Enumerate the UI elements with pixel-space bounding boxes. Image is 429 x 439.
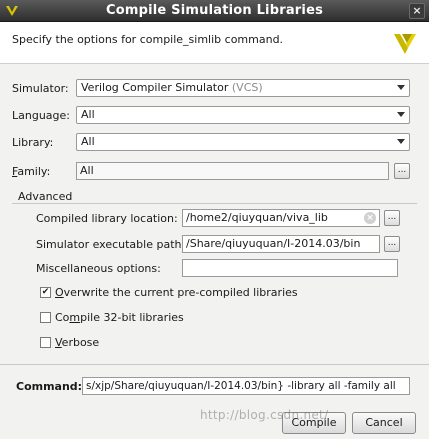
clear-icon[interactable]: ×	[364, 212, 376, 224]
verbose-label[interactable]: Verbose	[55, 336, 99, 349]
cancel-button[interactable]: Cancel	[352, 412, 416, 434]
language-value: All	[81, 108, 95, 121]
library-value: All	[81, 135, 95, 148]
advanced-heading: Advanced	[18, 190, 73, 203]
simulator-value-suffix: (VCS)	[231, 81, 263, 94]
compile32-checkbox[interactable]	[40, 312, 51, 323]
compiled-location-browse-button[interactable]: ...	[384, 210, 400, 226]
library-dropdown[interactable]: All	[76, 133, 410, 151]
misc-options-label: Miscellaneous options:	[36, 262, 161, 275]
family-browse-button[interactable]: ...	[394, 163, 410, 179]
chevron-down-icon	[397, 85, 405, 90]
dialog-header: Specify the options for compile_simlib c…	[0, 22, 429, 64]
command-label: Command:	[16, 380, 83, 393]
library-label: Library:	[12, 136, 54, 149]
chevron-down-icon	[397, 112, 405, 117]
sim-exec-path-value: /Share/qiuyuquan/I-2014.03/bin	[186, 237, 361, 250]
window-title: Compile Simulation Libraries	[105, 3, 324, 18]
compiled-location-value: /home2/qiuyquan/viva_lib	[186, 211, 328, 224]
command-field[interactable]: s/xjp/Share/qiuyuquan/I-2014.03/bin} -li…	[82, 377, 410, 395]
sim-exec-path-label: Simulator executable path:	[36, 238, 186, 251]
simulator-dropdown[interactable]: Verilog Compiler Simulator (VCS)	[76, 79, 410, 97]
family-value: All	[80, 164, 94, 177]
misc-options-input[interactable]	[182, 259, 398, 277]
command-divider	[0, 364, 429, 365]
close-icon[interactable]: ×	[409, 3, 425, 19]
sim-exec-path-input[interactable]: /Share/qiuyuquan/I-2014.03/bin	[182, 235, 380, 253]
family-label: Family:	[12, 165, 51, 178]
title-bar: Compile Simulation Libraries ×	[0, 0, 429, 22]
simulator-label: Simulator:	[12, 82, 69, 95]
sim-exec-path-browse-button[interactable]: ...	[384, 236, 400, 252]
family-field[interactable]: All	[76, 162, 389, 180]
advanced-divider	[12, 203, 417, 204]
language-dropdown[interactable]: All	[76, 106, 410, 124]
command-value: s/xjp/Share/qiuyuquan/I-2014.03/bin} -li…	[86, 380, 396, 392]
overwrite-label[interactable]: Overwrite the current pre-compiled libra…	[55, 286, 298, 299]
language-label: Language:	[12, 109, 70, 122]
vivado-logo-icon	[394, 34, 416, 54]
compile32-label[interactable]: Compile 32-bit libraries	[55, 311, 184, 324]
compile-button[interactable]: Compile	[282, 412, 346, 434]
app-icon	[6, 6, 18, 16]
dialog-description: Specify the options for compile_simlib c…	[12, 33, 284, 46]
overwrite-checkbox[interactable]: ✔	[40, 287, 51, 298]
compiled-location-input[interactable]: /home2/qiuyquan/viva_lib	[182, 209, 380, 227]
checkmark-icon: ✔	[41, 287, 50, 297]
simulator-value: Verilog Compiler Simulator	[81, 81, 229, 94]
chevron-down-icon	[397, 139, 405, 144]
compiled-location-label: Compiled library location:	[36, 212, 178, 225]
verbose-checkbox[interactable]	[40, 337, 51, 348]
